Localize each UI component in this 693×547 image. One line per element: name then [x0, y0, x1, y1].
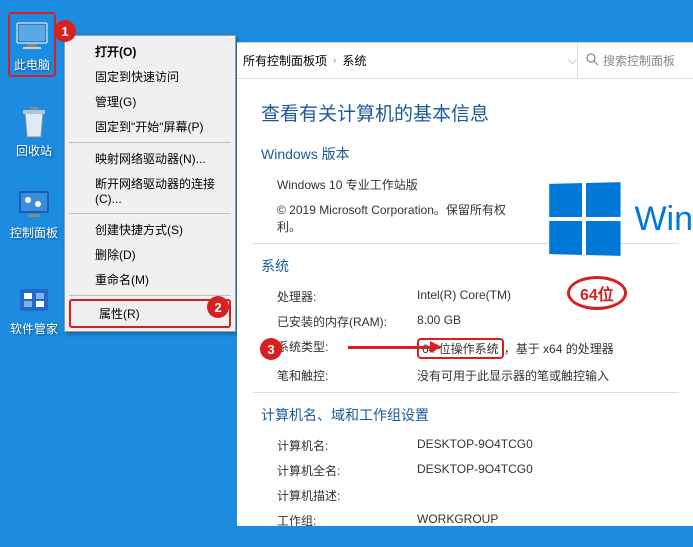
icon-label: 此电脑: [12, 56, 52, 73]
computer-name-value: DESKTOP-9O4TCG0: [417, 437, 679, 454]
menu-separator: [69, 142, 231, 143]
breadcrumb-item[interactable]: 系统: [342, 52, 366, 69]
icon-label: 控制面板: [10, 224, 58, 241]
annotation-64bit-tag: 64位: [567, 276, 627, 310]
control-panel-icon: [16, 186, 52, 222]
recycle-bin-icon: [16, 104, 52, 140]
menu-rename[interactable]: 重命名(M): [67, 267, 233, 292]
cpu-label: 处理器:: [277, 288, 417, 305]
description-value: [417, 487, 679, 504]
pen-touch-value: 没有可用于此显示器的笔或触控输入: [417, 367, 679, 384]
system-type-extra: 基于 x64 的处理器: [516, 342, 614, 356]
watermark: CSDN @亦仿: [618, 507, 685, 523]
menu-open[interactable]: 打开(O): [67, 39, 233, 64]
annotation-badge-3: 3: [260, 338, 282, 360]
search-placeholder: 搜索控制面板: [603, 52, 675, 69]
system-properties-window: 所有控制面板项 › 系统 ⌵ 搜索控制面板 查看有关计算机的基本信息 Windo…: [237, 42, 693, 526]
menu-pin-quick[interactable]: 固定到快速访问: [67, 64, 233, 89]
section-windows-edition: Windows 版本: [261, 144, 679, 166]
page-title: 查看有关计算机的基本信息: [261, 99, 679, 126]
menu-manage[interactable]: 管理(G): [67, 89, 233, 114]
cpu-value: Intel(R) Core(TM): [417, 288, 511, 302]
section-computer-name: 计算机名、域和工作组设置: [261, 405, 679, 427]
windows-logo-area: Win: [548, 183, 693, 255]
full-name-value: DESKTOP-9O4TCG0: [417, 462, 679, 479]
ram-value: 8.00 GB: [417, 313, 679, 330]
breadcrumb-item[interactable]: 所有控制面板项: [243, 52, 327, 69]
computer-icon: [14, 18, 50, 54]
workgroup-label: 工作组:: [277, 512, 417, 529]
menu-delete[interactable]: 删除(D): [67, 242, 233, 267]
desktop-icon-software-manager[interactable]: 软件管家: [10, 282, 58, 337]
computer-name-label: 计算机名:: [277, 437, 417, 454]
chevron-right-icon: ›: [333, 55, 336, 66]
windows-logo-icon: [550, 182, 621, 256]
desktop-icon-recycle-bin[interactable]: 回收站: [10, 104, 58, 159]
menu-pin-start[interactable]: 固定到"开始"屏幕(P): [67, 114, 233, 139]
desktop-icon-this-pc[interactable]: 此电脑: [8, 12, 56, 77]
copyright-text: © 2019 Microsoft Corporation。保留所有权利。: [277, 201, 511, 235]
ram-label: 已安装的内存(RAM):: [277, 313, 417, 330]
desktop-icon-control-panel[interactable]: 控制面板: [10, 186, 58, 241]
breadcrumb-bar: 所有控制面板项 › 系统 ⌵ 搜索控制面板: [237, 43, 693, 79]
pen-touch-label: 笔和触控:: [277, 367, 417, 384]
menu-separator: [69, 295, 231, 296]
software-manager-icon: [16, 282, 52, 318]
breadcrumb[interactable]: 所有控制面板项 › 系统: [243, 52, 568, 69]
context-menu: 打开(O) 固定到快速访问 管理(G) 固定到"开始"屏幕(P) 映射网络驱动器…: [64, 35, 236, 332]
section-system: 系统: [261, 256, 679, 278]
icon-label: 软件管家: [10, 320, 58, 337]
description-label: 计算机描述:: [277, 487, 417, 504]
annotation-badge-2: 2: [207, 296, 229, 318]
full-name-label: 计算机全名:: [277, 462, 417, 479]
search-icon: [586, 53, 599, 69]
menu-disconnect-drive[interactable]: 断开网络驱动器的连接(C)...: [67, 171, 233, 210]
annotation-badge-1: 1: [54, 20, 76, 42]
annotation-arrow: [348, 346, 440, 349]
menu-create-shortcut[interactable]: 创建快捷方式(S): [67, 217, 233, 242]
search-box[interactable]: 搜索控制面板: [577, 43, 687, 78]
menu-separator: [69, 213, 231, 214]
menu-map-drive[interactable]: 映射网络驱动器(N)...: [67, 146, 233, 171]
windows-brand-text: Win: [634, 200, 693, 239]
icon-label: 回收站: [10, 142, 58, 159]
dropdown-chevron-icon[interactable]: ⌵: [568, 53, 577, 68]
